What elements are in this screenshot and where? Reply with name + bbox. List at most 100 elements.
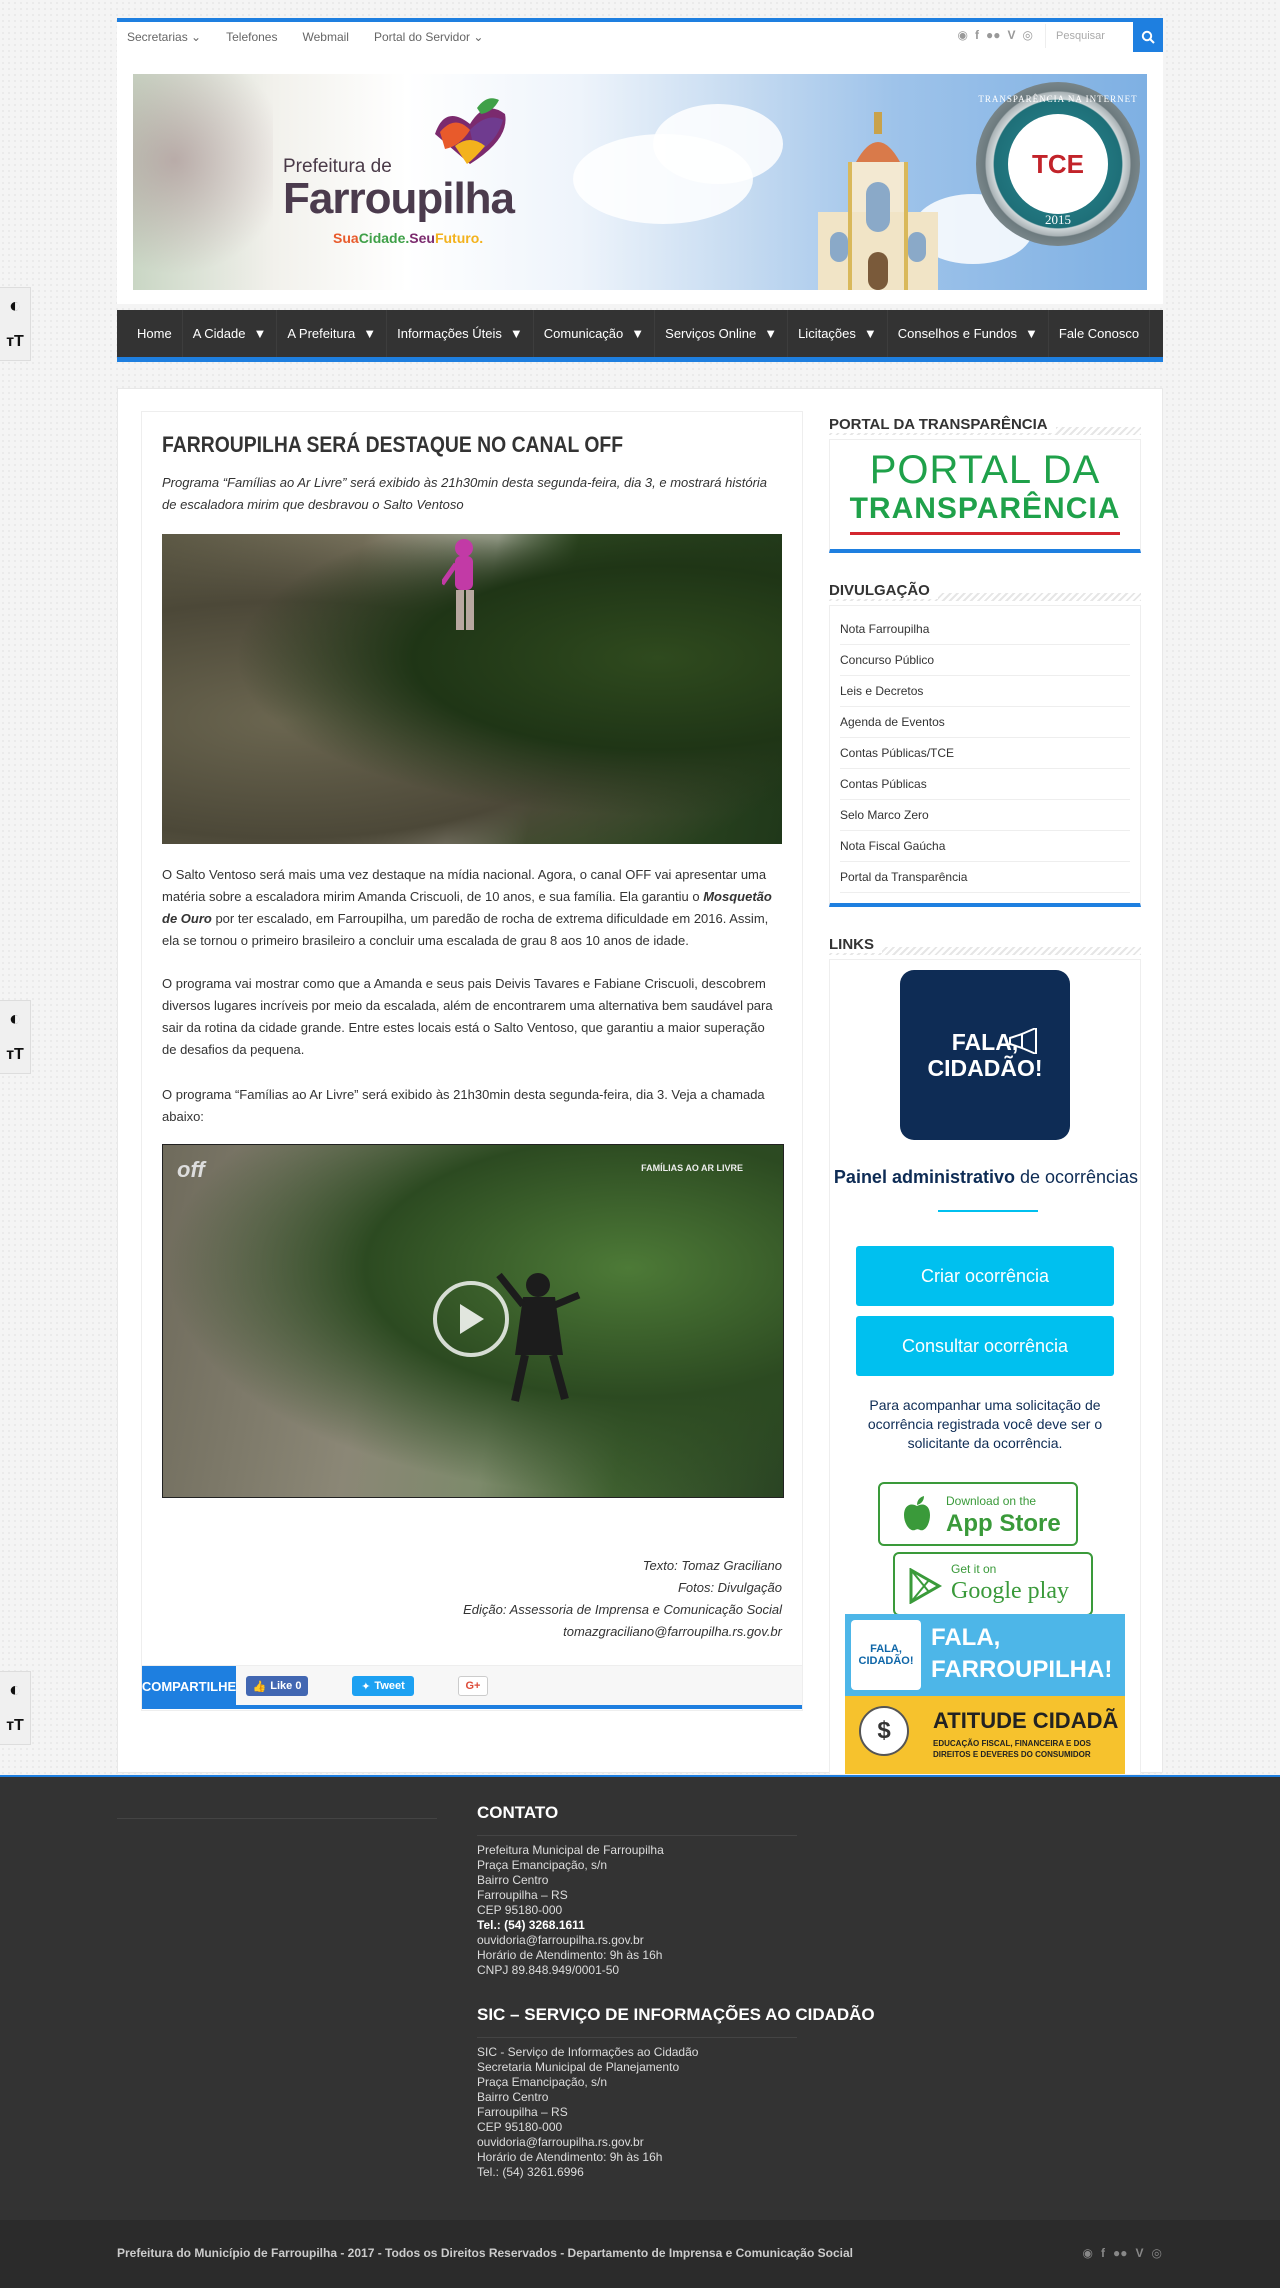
nav-item-5[interactable]: Comunicação ▼ xyxy=(534,310,656,357)
fala-cidadao-mini-logo: FALA, CIDADÃO! xyxy=(851,1620,921,1690)
chevron-down-icon: ⌄ xyxy=(473,30,484,44)
divulgacao-item[interactable]: Contas Públicas xyxy=(840,769,1130,800)
share-label: COMPARTILHE xyxy=(142,1666,236,1706)
contrast-icon[interactable]: ◐ xyxy=(0,1001,30,1037)
top-link-webmail[interactable]: Webmail xyxy=(302,30,348,44)
nav-item-9[interactable]: Fale Conosco xyxy=(1049,310,1151,357)
search-icon xyxy=(1141,30,1155,44)
cloud-shape xyxy=(653,104,783,184)
divulgacao-list: Nota Farroupilha Concurso Público Leis e D… xyxy=(830,606,1140,893)
facebook-like-button[interactable]: 👍 Like 0 xyxy=(246,1676,308,1696)
consultar-ocorrencia-button[interactable]: Consultar ocorrência xyxy=(856,1316,1114,1376)
ocorrencia-info: Para acompanhar uma solicitação de ocorr… xyxy=(867,1397,1103,1451)
video-program-tag: FAMÍLIAS AO AR LIVRE xyxy=(641,1163,743,1173)
accessibility-widget: ◐ ᴛT xyxy=(0,1671,31,1745)
vimeo-icon[interactable]: V xyxy=(1008,28,1016,42)
nav-item-8[interactable]: Conselhos e Fundos ▼ xyxy=(888,310,1049,357)
flickr-icon[interactable]: ●● xyxy=(986,28,1001,42)
twitter-icon: ✦ xyxy=(361,1680,371,1693)
bottom-bar: Prefeitura do Município de Farroupilha -… xyxy=(0,2220,1280,2288)
top-link-portal-servidor[interactable]: Portal do Servidor ⌄ xyxy=(374,30,483,44)
footer-divider xyxy=(117,1818,437,1819)
flickr-icon[interactable]: ●● xyxy=(1113,2246,1128,2260)
footer-email-link[interactable]: ouvidoria@farroupilha.rs.gov.br xyxy=(477,1933,664,1948)
criar-ocorrencia-button[interactable]: Criar ocorrência xyxy=(856,1246,1114,1306)
nav-item-3[interactable]: A Prefeitura ▼ xyxy=(277,310,388,357)
video-player[interactable]: off FAMÍLIAS AO AR LIVRE xyxy=(162,1144,784,1498)
tce-logo: TCE xyxy=(1008,114,1108,214)
fala-farroupilha-banner[interactable]: FALA, CIDADÃO! FALA, FARROUPILHA! xyxy=(845,1614,1125,1696)
accessibility-widget: ◐ ᴛT xyxy=(0,287,31,361)
app-store-badge[interactable]: Download on the App Store xyxy=(878,1482,1078,1546)
article-paragraph: O Salto Ventoso será mais uma vez destaq… xyxy=(162,867,772,948)
transparency-seal[interactable]: TRANSPARÊNCIA NA INTERNET TCE 2015 xyxy=(976,82,1140,246)
portal-logo-line1: PORTAL DA xyxy=(869,448,1101,492)
tweet-button[interactable]: ✦ Tweet xyxy=(352,1676,414,1696)
article-credits: Texto: Tomaz Graciliano Fotos: Divulgaçã… xyxy=(463,1558,782,1639)
widget-title-divulgacao: DIVULGAÇÃO xyxy=(829,582,938,599)
rss-icon[interactable]: ◉ xyxy=(958,28,968,42)
rss-icon[interactable]: ◉ xyxy=(1083,2246,1093,2260)
facebook-icon[interactable]: f xyxy=(1101,2246,1105,2260)
accessibility-widget: ◐ ᴛT xyxy=(0,1000,31,1074)
grapes-image xyxy=(133,74,273,290)
divulgacao-item[interactable]: Concurso Público xyxy=(840,645,1130,676)
header-banner[interactable]: Prefeitura de Farroupilha SuaCidade.SeuF… xyxy=(133,74,1147,290)
nav-item-7[interactable]: Licitações ▼ xyxy=(788,310,888,357)
divulgacao-item[interactable]: Nota Farroupilha xyxy=(840,614,1130,645)
instagram-icon[interactable]: ◎ xyxy=(1152,2246,1162,2260)
article-title: FARROUPILHA SERÁ DESTAQUE NO CANAL OFF xyxy=(162,432,624,457)
portal-transparencia-widget[interactable]: PORTAL DA TRANSPARÊNCIA xyxy=(829,439,1141,553)
footer-divider xyxy=(477,1835,797,1836)
font-size-icon[interactable]: ᴛT xyxy=(0,324,30,360)
facebook-icon[interactable]: f xyxy=(975,28,979,42)
social-links: ◉ f ●● V ◎ xyxy=(1083,2246,1162,2260)
widget-title-portal: PORTAL DA TRANSPARÊNCIA xyxy=(829,416,1056,433)
footer-contato-title: CONTATO xyxy=(477,1803,559,1822)
links-widget: FALA, CIDADÃO! Painel administrativo de … xyxy=(829,959,1141,1774)
instagram-icon[interactable]: ◎ xyxy=(1023,28,1033,42)
caret-down-icon: ▼ xyxy=(253,326,267,341)
divulgacao-item[interactable]: Portal da Transparência xyxy=(840,862,1130,893)
search-input[interactable]: Pesquisar xyxy=(1045,24,1133,48)
google-plus-button[interactable]: G+ xyxy=(458,1676,488,1696)
top-nav: Secretarias ⌄ Telefones Webmail Portal d… xyxy=(127,30,508,44)
play-button[interactable] xyxy=(433,1281,509,1357)
contrast-icon[interactable]: ◐ xyxy=(0,288,30,324)
apple-icon xyxy=(904,1496,930,1531)
article-paragraph: O programa vai mostrar como que a Amanda… xyxy=(162,976,773,1057)
share-bar: COMPARTILHE 👍 Like 0 ✦ Tweet G+ xyxy=(142,1665,802,1709)
divulgacao-item[interactable]: Contas Públicas/TCE xyxy=(840,738,1130,769)
nav-item-4[interactable]: Informações Úteis ▼ xyxy=(387,310,534,357)
nav-item-1[interactable]: Home xyxy=(117,310,183,357)
footer-email-link[interactable]: ouvidoria@farroupilha.rs.gov.br xyxy=(477,2135,698,2150)
fala-cidadao-logo[interactable]: FALA, CIDADÃO! xyxy=(900,970,1070,1140)
search-button[interactable] xyxy=(1133,22,1163,52)
church-image xyxy=(818,112,938,290)
nav-item-6[interactable]: Serviços Online ▼ xyxy=(655,310,789,357)
main-nav: Home A Cidade ▼ A Prefeitura ▼ Informações Út… xyxy=(117,310,1163,362)
painel-heading: Painel administrativo de ocorrências xyxy=(833,1167,1139,1187)
font-size-icon[interactable]: ᴛT xyxy=(0,1037,30,1073)
site-footer: CONTATO Prefeitura Municipal de Farroupi… xyxy=(0,1775,1280,2222)
atitude-cidada-banner[interactable]: $ ATITUDE CIDADÃ EDUCAÇÃO FISCAL, FINANC… xyxy=(845,1696,1125,1774)
megaphone-icon xyxy=(1009,1028,1037,1054)
font-size-icon[interactable]: ᴛT xyxy=(0,1708,30,1744)
portal-logo-underline xyxy=(850,532,1120,535)
divulgacao-item[interactable]: Nota Fiscal Gaúcha xyxy=(840,831,1130,862)
top-link-secretarias[interactable]: Secretarias ⌄ xyxy=(127,30,201,44)
divulgacao-item[interactable]: Leis e Decretos xyxy=(840,676,1130,707)
vimeo-icon[interactable]: V xyxy=(1136,2246,1144,2260)
footer-contato-info: Prefeitura Municipal de Farroupilha Praç… xyxy=(477,1843,664,1977)
nav-item-2[interactable]: A Cidade ▼ xyxy=(183,310,278,357)
chevron-down-icon: ⌄ xyxy=(191,30,202,44)
google-play-badge[interactable]: Get it on Google play xyxy=(893,1552,1093,1616)
divulgacao-item[interactable]: Agenda de Eventos xyxy=(840,707,1130,738)
top-link-telefones[interactable]: Telefones xyxy=(226,30,277,44)
video-climber-figure xyxy=(496,1272,581,1402)
divulgacao-item[interactable]: Selo Marco Zero xyxy=(840,800,1130,831)
caret-down-icon: ▼ xyxy=(1025,326,1038,341)
video-channel-logo: off xyxy=(177,1157,205,1182)
contrast-icon[interactable]: ◐ xyxy=(0,1672,30,1708)
caret-down-icon: ▼ xyxy=(863,326,877,341)
